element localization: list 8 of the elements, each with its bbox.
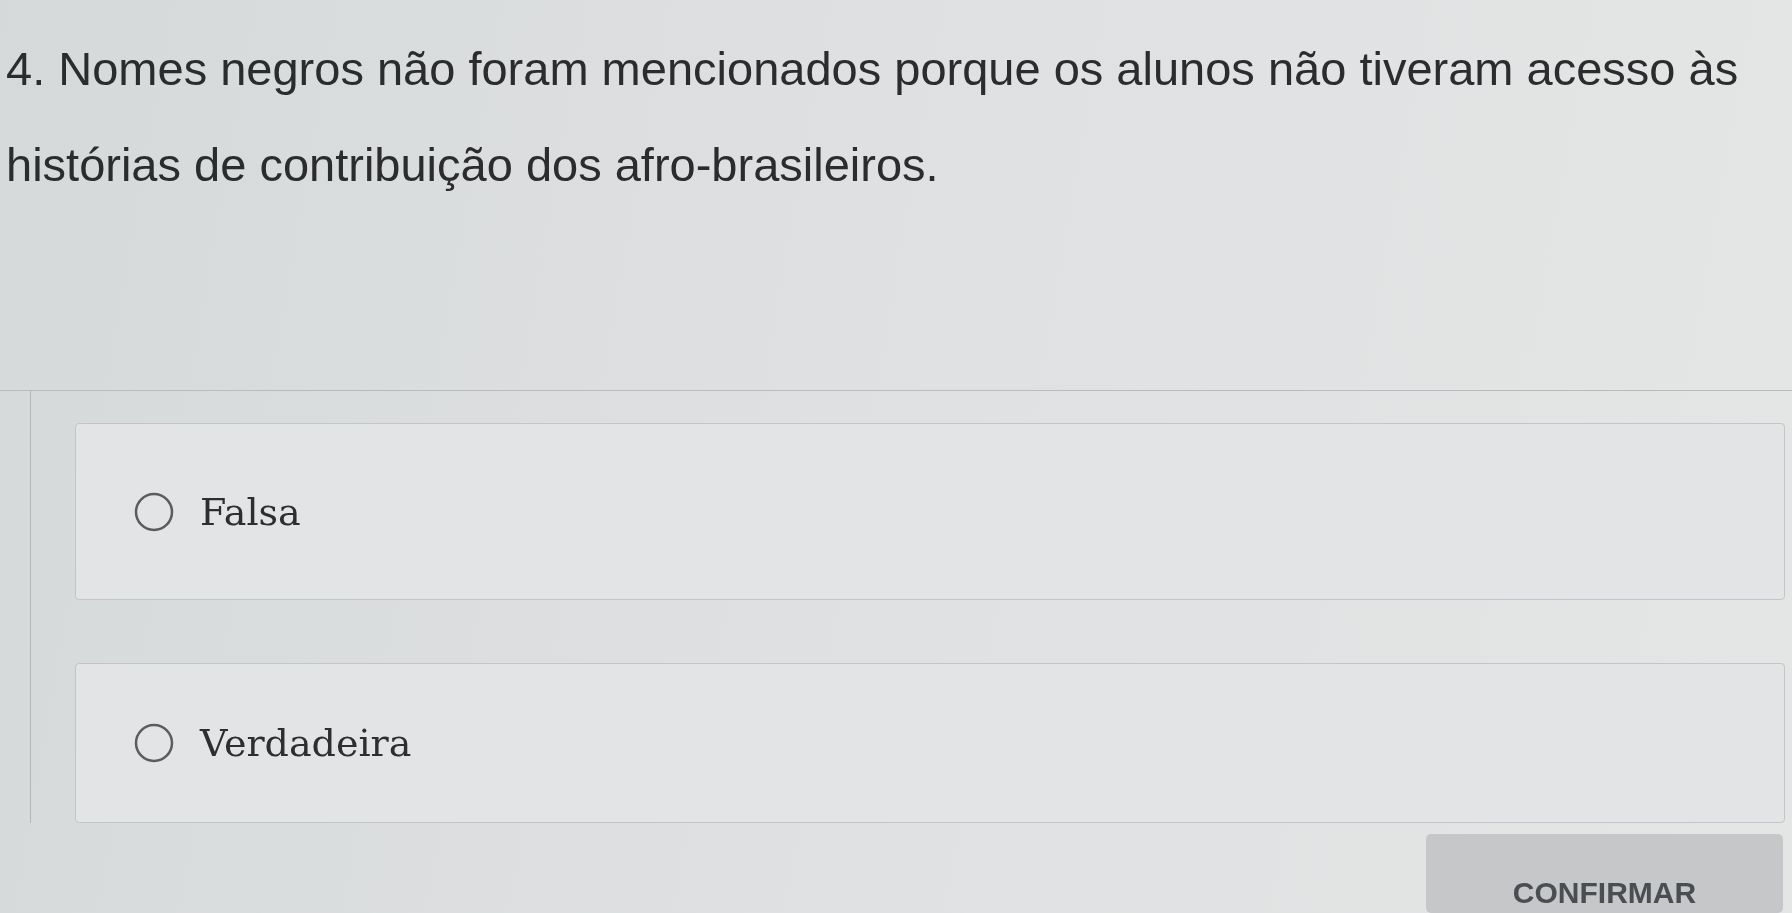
- radio-button-icon[interactable]: [134, 723, 174, 763]
- option-label: Verdadeira: [200, 721, 412, 765]
- question-text: 4. Nomes negros não foram mencionados porque os alunos não tiveram acesso às histórias de contribuição dos afro-brasileiros.: [5, 41, 1740, 193]
- answer-option[interactable]: Falsa: [75, 423, 1785, 600]
- option-label: Falsa: [200, 489, 301, 534]
- answer-option[interactable]: Verdadeira: [75, 663, 1785, 823]
- radio-button-icon[interactable]: [134, 491, 174, 532]
- confirm-button[interactable]: CONFIRMAR: [1426, 834, 1783, 913]
